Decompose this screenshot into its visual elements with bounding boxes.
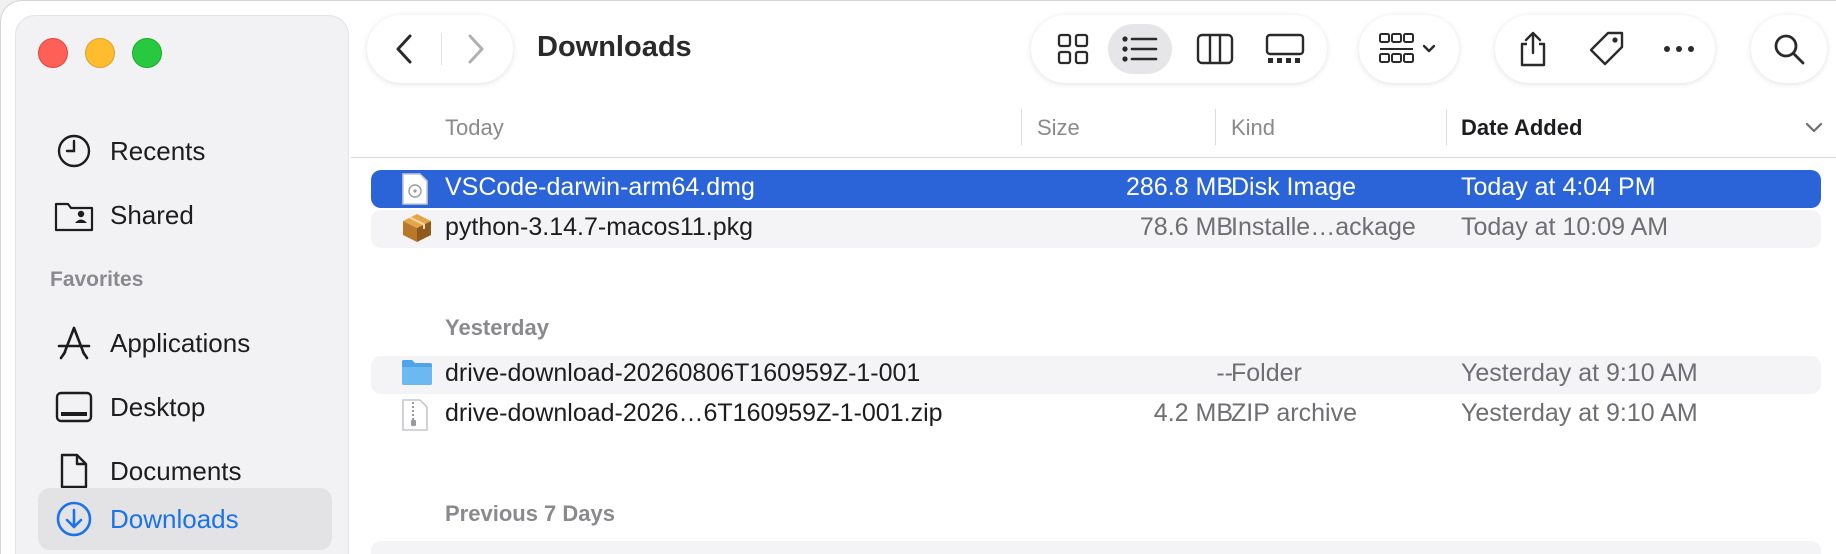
gallery-view-button[interactable] bbox=[1253, 24, 1317, 74]
package-icon bbox=[401, 212, 433, 246]
file-date-added: Yesterday at 9:10 AM bbox=[1461, 399, 1698, 427]
window-title: Downloads bbox=[537, 31, 692, 63]
document-icon bbox=[54, 451, 94, 491]
search-button[interactable] bbox=[1751, 15, 1827, 83]
search-icon bbox=[1774, 34, 1805, 65]
sidebar-item-label: Downloads bbox=[110, 503, 239, 534]
share-button[interactable] bbox=[1497, 15, 1569, 83]
column-divider[interactable] bbox=[1021, 109, 1022, 145]
file-kind: Installe…ackage bbox=[1231, 213, 1416, 241]
zoom-window-button[interactable] bbox=[132, 38, 162, 68]
desktop-icon bbox=[54, 387, 94, 427]
file-row[interactable]: VSCode-darwin-arm64.dmg 286.8 MB Disk Im… bbox=[371, 170, 1821, 208]
chevron-left-icon bbox=[396, 34, 412, 64]
more-actions-button[interactable] bbox=[1643, 15, 1715, 83]
shared-folder-icon bbox=[54, 195, 94, 235]
minimize-window-button[interactable] bbox=[85, 38, 115, 68]
folder-icon bbox=[401, 358, 433, 392]
sidebar-item-desktop[interactable]: Desktop bbox=[38, 376, 332, 438]
file-size: 286.8 MB bbox=[1125, 173, 1233, 201]
share-icon bbox=[1520, 31, 1546, 67]
sidebar-item-label: Documents bbox=[110, 455, 242, 486]
file-kind: ZIP archive bbox=[1231, 399, 1357, 427]
grid-icon bbox=[1057, 33, 1089, 65]
column-header-name[interactable]: Today bbox=[445, 115, 504, 141]
sidebar-item-applications[interactable]: Applications bbox=[38, 312, 332, 374]
group-title-previous-7-days: Previous 7 Days bbox=[445, 501, 615, 526]
file-date-added: Yesterday at 9:10 AM bbox=[1461, 359, 1698, 387]
file-kind: Disk Image bbox=[1231, 173, 1357, 201]
column-header-date-added[interactable]: Date Added bbox=[1461, 115, 1582, 141]
file-row[interactable]: drive-download-20260806T160959Z-1-001 --… bbox=[371, 356, 1821, 394]
actions-group bbox=[1495, 15, 1715, 83]
file-row[interactable]: python-3.14.7-macos11.pkg 78.6 MB Instal… bbox=[371, 210, 1821, 248]
disk-image-icon bbox=[401, 172, 433, 206]
sidebar-item-label: Applications bbox=[110, 327, 251, 358]
file-name: python-3.14.7-macos11.pkg bbox=[445, 213, 754, 241]
chevron-right-icon bbox=[468, 34, 484, 64]
navigation-controls bbox=[367, 15, 513, 83]
tag-button[interactable] bbox=[1571, 15, 1643, 83]
icon-view-button[interactable] bbox=[1041, 24, 1105, 74]
group-title-yesterday: Yesterday bbox=[445, 315, 549, 340]
group-by-button[interactable] bbox=[1359, 15, 1459, 83]
column-header-kind[interactable]: Kind bbox=[1231, 115, 1275, 141]
file-date-added: Today at 10:09 AM bbox=[1461, 213, 1669, 241]
zip-icon bbox=[401, 398, 433, 432]
view-switcher bbox=[1031, 15, 1327, 83]
favorites-section-label: Favorites bbox=[50, 268, 144, 291]
sidebar-item-label: Desktop bbox=[110, 391, 206, 422]
list-icon bbox=[1122, 36, 1158, 62]
file-size: 78.6 MB bbox=[1139, 213, 1233, 241]
forward-button[interactable] bbox=[441, 15, 511, 83]
sidebar: Recents Shared Favorites Applications De… bbox=[15, 15, 349, 554]
file-row-partial[interactable] bbox=[371, 541, 1821, 554]
file-row[interactable]: drive-download-2026…6T160959Z-1-001.zip … bbox=[371, 396, 1821, 434]
header-divider bbox=[351, 157, 1836, 158]
gallery-icon bbox=[1265, 33, 1305, 63]
file-size: 4.2 MB bbox=[1153, 399, 1233, 427]
close-window-button[interactable] bbox=[38, 38, 68, 68]
sidebar-item-recents[interactable]: Recents bbox=[38, 120, 332, 182]
ellipsis-icon bbox=[1664, 46, 1694, 52]
clock-icon bbox=[54, 131, 94, 171]
sidebar-item-label: Recents bbox=[110, 135, 206, 166]
columns-icon bbox=[1196, 33, 1234, 65]
column-header-size[interactable]: Size bbox=[1037, 115, 1080, 141]
file-name: VSCode-darwin-arm64.dmg bbox=[445, 173, 755, 201]
finder-window: Recents Shared Favorites Applications De… bbox=[0, 0, 1836, 554]
file-name: drive-download-2026…6T160959Z-1-001.zip bbox=[445, 399, 943, 427]
sidebar-item-downloads[interactable]: Downloads bbox=[38, 488, 332, 550]
sort-chevron-down-icon[interactable] bbox=[1805, 121, 1823, 139]
download-icon bbox=[54, 499, 94, 539]
column-view-button[interactable] bbox=[1183, 24, 1247, 74]
tag-icon bbox=[1589, 31, 1624, 66]
group-by-icon bbox=[1379, 33, 1436, 63]
file-kind: Folder bbox=[1231, 359, 1302, 387]
sidebar-item-label: Shared bbox=[110, 199, 194, 230]
column-divider[interactable] bbox=[1446, 109, 1447, 145]
file-date-added: Today at 4:04 PM bbox=[1461, 173, 1656, 201]
list-view-button[interactable] bbox=[1108, 24, 1172, 74]
back-button[interactable] bbox=[369, 15, 439, 83]
sidebar-item-shared[interactable]: Shared bbox=[38, 184, 332, 246]
file-name: drive-download-20260806T160959Z-1-001 bbox=[445, 359, 921, 387]
column-divider[interactable] bbox=[1215, 109, 1216, 145]
applications-icon bbox=[54, 323, 94, 363]
